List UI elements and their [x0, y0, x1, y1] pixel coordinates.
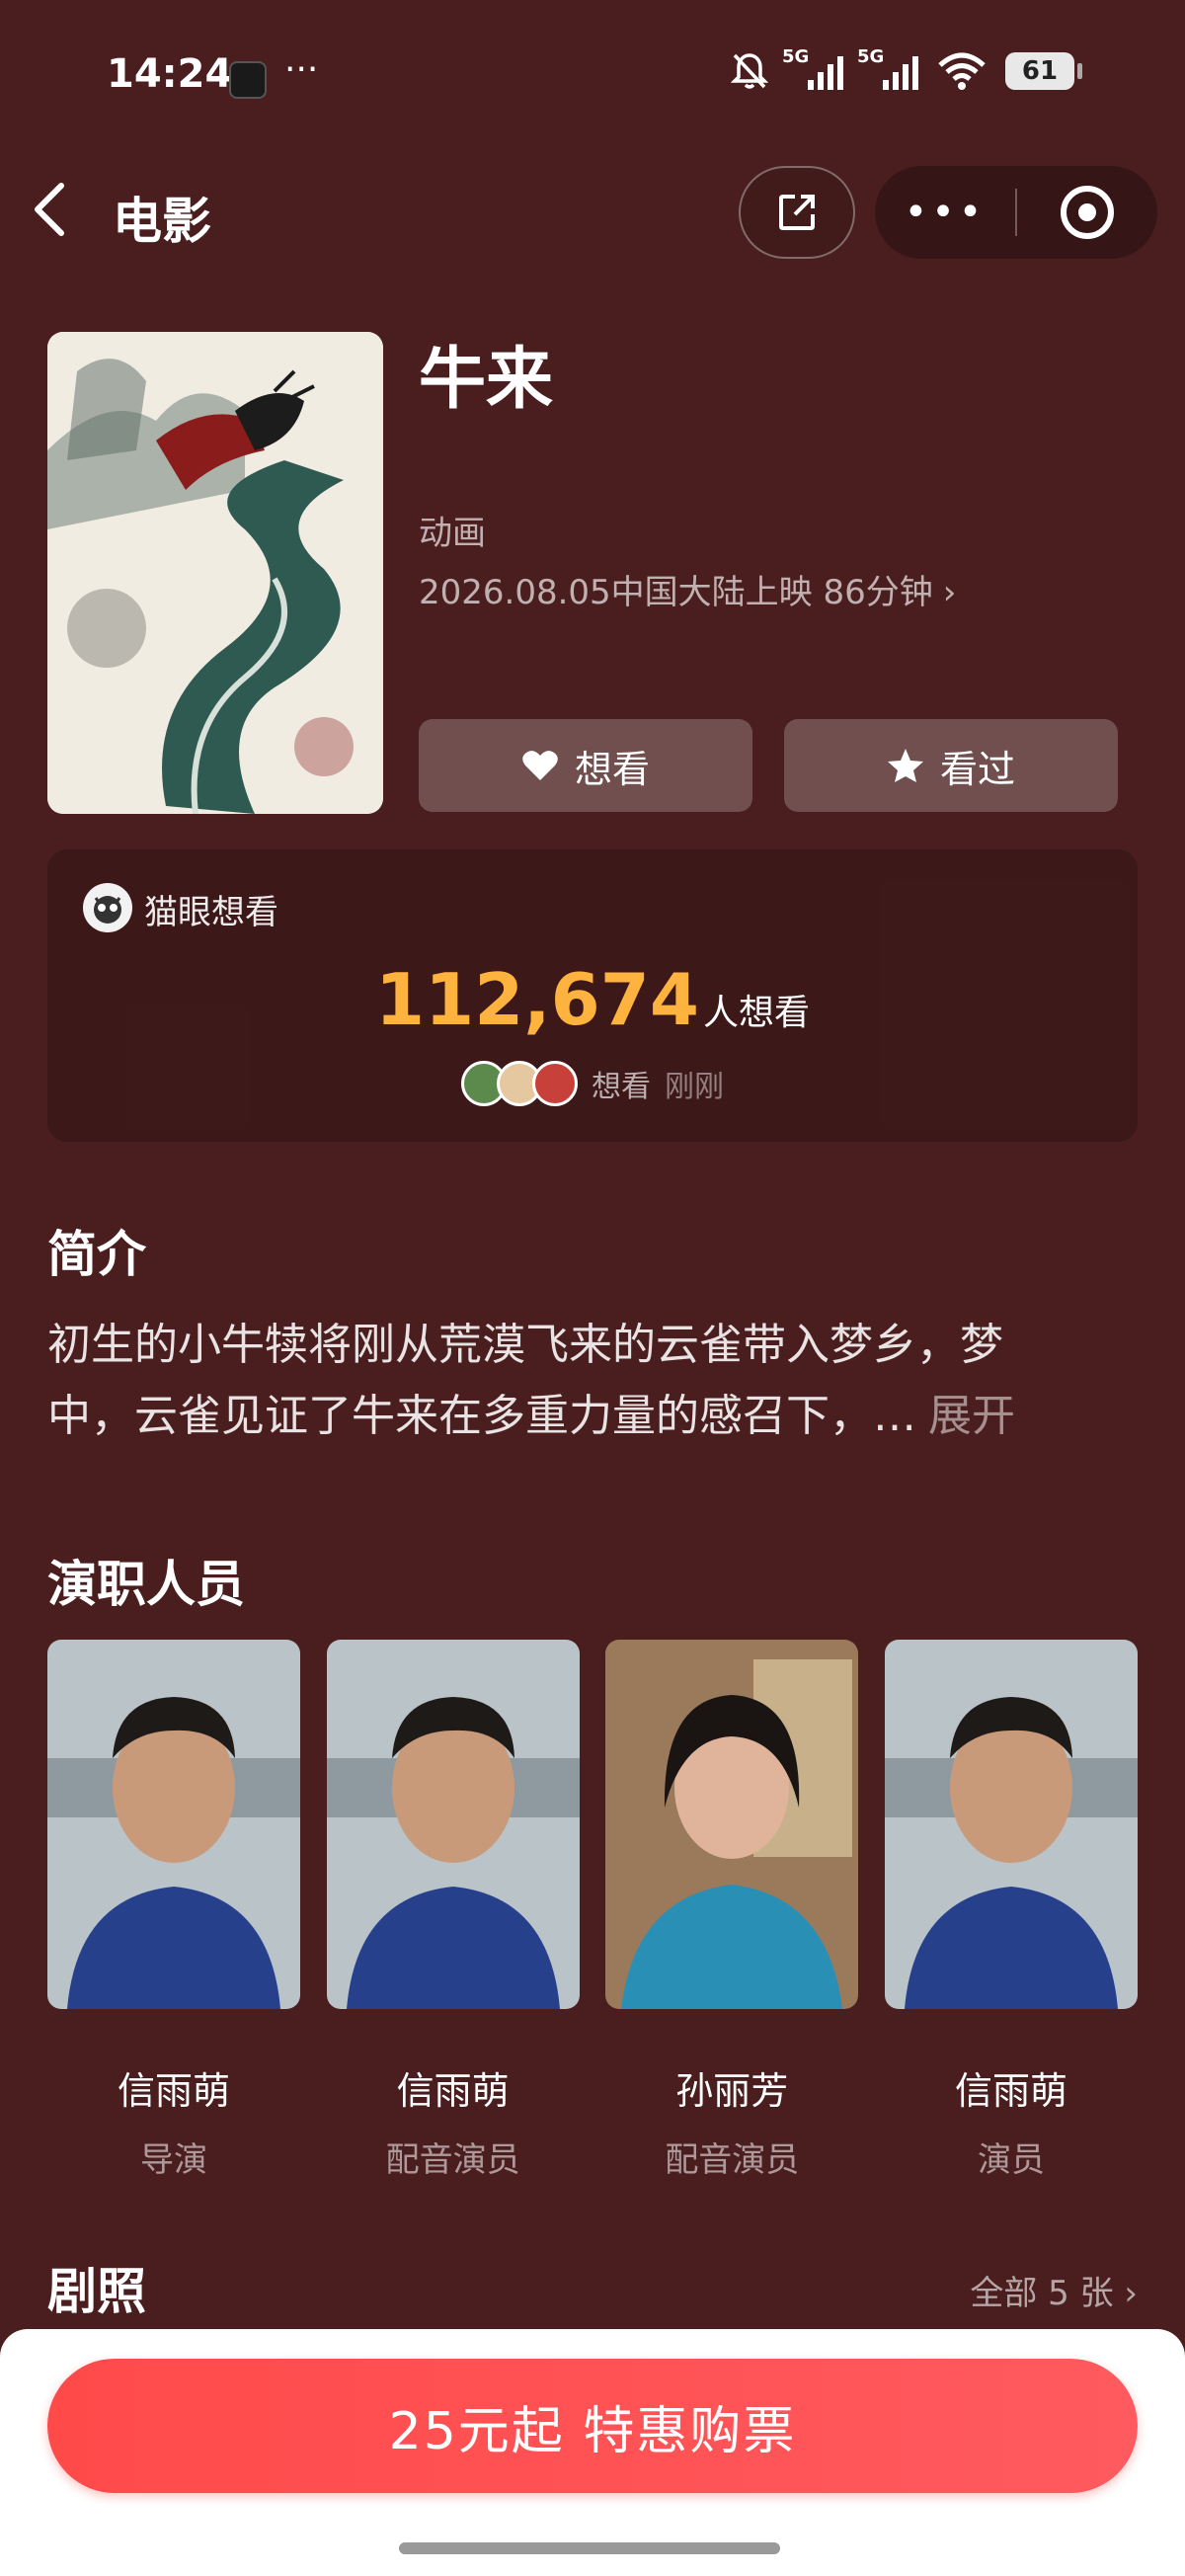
signal-icon-1: 5G: [782, 46, 843, 90]
avatar: [532, 1061, 578, 1106]
cast-name: 信雨萌: [117, 2069, 230, 2113]
recent-time: 刚刚: [665, 1070, 724, 1104]
more-icon[interactable]: •••: [875, 190, 1015, 235]
expand-link[interactable]: 展开: [928, 1391, 1015, 1441]
movie-title: 牛来: [419, 341, 554, 419]
want-label: 想看: [574, 747, 650, 791]
buy-ticket-button[interactable]: 25元起 特惠购票: [47, 2359, 1138, 2493]
home-indicator[interactable]: [399, 2542, 780, 2554]
want-source-label: 猫眼想看: [144, 893, 278, 932]
seen-button[interactable]: 看过: [784, 719, 1118, 812]
synopsis-text[interactable]: 初生的小牛犊将刚从荒漠飞来的云雀带入梦乡，梦 中，云雀见证了牛来在多重力量的感召…: [47, 1310, 1144, 1452]
cast-title: 演职人员: [47, 1556, 245, 1613]
synopsis-title: 简介: [47, 1226, 146, 1283]
recent-want-row: 想看 刚刚: [47, 1061, 1138, 1106]
cast-list: 信雨萌 导演 信雨萌 配音演员 孙丽芳 配音演员 信雨萌 演员: [47, 1640, 1138, 2181]
chevron-right-icon: ›: [1124, 2274, 1138, 2313]
cast-photo: [47, 1640, 300, 2009]
share-button[interactable]: [739, 166, 855, 259]
cast-role: 演员: [977, 2140, 1045, 2180]
stills-title: 剧照: [47, 2263, 146, 2320]
status-time: 14:24: [107, 51, 233, 97]
cast-member[interactable]: 孙丽芳 配音演员: [605, 1640, 859, 2181]
mute-bell-icon: [731, 53, 768, 89]
chevron-right-icon: ›: [942, 573, 957, 612]
share-icon: [779, 195, 815, 230]
want-count: 112,674: [375, 958, 699, 1041]
cast-name: 信雨萌: [396, 2069, 510, 2113]
want-unit: 人想看: [702, 993, 810, 1033]
back-button[interactable]: [30, 178, 79, 247]
want-count-row: 112,674 人想看: [47, 958, 1138, 1041]
cast-photo: [605, 1640, 859, 2009]
more-notifications-icon: ···: [284, 49, 319, 90]
bottom-bar: 25元起 特惠购票: [0, 2329, 1185, 2576]
poster-image: [47, 332, 383, 814]
synopsis-line-2: 中，云雀见证了牛来在多重力量的感召下，… 展开: [47, 1391, 1015, 1441]
release-text: 2026.08.05中国大陆上映 86分钟: [419, 573, 933, 612]
maoyan-logo-icon: [83, 883, 132, 932]
status-icons: 5G 5G 61: [731, 46, 1082, 91]
cast-role: 配音演员: [385, 2140, 520, 2180]
cast-role: 导演: [140, 2140, 207, 2180]
chevron-left-icon: [35, 183, 64, 236]
wifi-icon: [938, 52, 986, 90]
miniprogram-capsule: •••: [875, 166, 1157, 259]
synopsis-line: 初生的小牛犊将刚从荒漠飞来的云雀带入梦乡，梦: [47, 1320, 1003, 1370]
cast-photo: [884, 1640, 1138, 2009]
recent-action: 想看: [592, 1070, 651, 1104]
star-icon: [887, 749, 923, 782]
cast-member[interactable]: 信雨萌 配音演员: [326, 1640, 580, 2181]
movie-release-info[interactable]: 2026.08.05中国大陆上映 86分钟 ›: [419, 565, 956, 613]
page-title: 电影: [113, 193, 211, 250]
close-miniprogram-button[interactable]: [1017, 186, 1157, 239]
heart-icon: [522, 751, 558, 780]
cast-member[interactable]: 信雨萌 导演: [47, 1640, 300, 2181]
movie-poster[interactable]: [47, 332, 383, 814]
signal-icon-2: 5G: [857, 46, 918, 90]
stills-count: 全部 5 张: [970, 2274, 1114, 2313]
target-icon: [1061, 186, 1114, 239]
want-to-see-button[interactable]: 想看: [419, 719, 752, 812]
movie-genre: 动画: [419, 514, 486, 553]
status-bar: 14:24 ··· 5G 5G 61: [0, 0, 1185, 158]
stills-all-link[interactable]: 全部 5 张 ›: [970, 2266, 1138, 2314]
cast-name: 孙丽芳: [675, 2069, 789, 2113]
app-notification-icon: [229, 61, 267, 99]
cast-member[interactable]: 信雨萌 演员: [884, 1640, 1138, 2181]
seen-label: 看过: [939, 747, 1015, 791]
cast-name: 信雨萌: [954, 2069, 1067, 2113]
cast-photo: [326, 1640, 580, 2009]
want-stats-card: 猫眼想看 112,674 人想看 想看 刚刚: [47, 849, 1138, 1142]
cast-role: 配音演员: [665, 2140, 800, 2180]
battery-icon: 61: [1005, 52, 1082, 90]
recent-avatars: [461, 1061, 578, 1106]
